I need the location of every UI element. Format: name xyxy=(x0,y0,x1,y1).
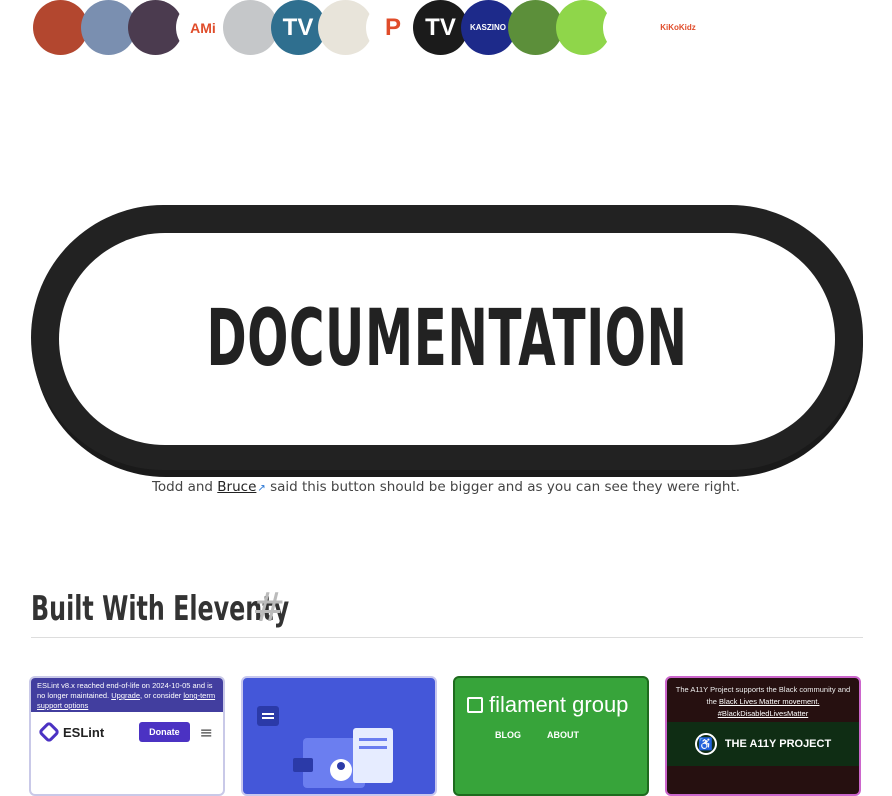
caption-suffix: said this button should be bigger and as… xyxy=(265,479,741,495)
a11y-header: ♿ THE A11Y PROJECT xyxy=(667,722,859,766)
avatar-pattern[interactable] xyxy=(318,0,373,55)
caption-prefix: Todd and xyxy=(151,479,218,495)
built-with-eleventy-heading: Built With Eleventy # xyxy=(31,585,863,638)
site-card-a11y-project[interactable]: The A11Y Project supports the Black comm… xyxy=(665,676,861,796)
filament-name: filament group xyxy=(489,692,629,717)
eslint-header: ESLint Donate ≡ xyxy=(31,712,223,752)
avatar-glyph: P xyxy=(384,13,401,41)
documentation-label: DOCUMENTATION xyxy=(206,294,688,384)
avatar-glyph: KiKoKidz xyxy=(660,23,696,32)
documentation-button[interactable]: DOCUMENTATION xyxy=(31,205,863,470)
filament-nav-blog[interactable]: BLOG xyxy=(495,730,521,740)
hamburger-menu-icon[interactable]: ≡ xyxy=(200,723,213,742)
site-card-filament-group[interactable]: filament group BLOG ABOUT xyxy=(453,676,649,796)
eslint-eol-banner: ESLint v8.x reached end-of-life on 2024-… xyxy=(31,678,223,712)
avatar-glyph: AMi xyxy=(190,19,216,36)
external-link-icon: ↗ xyxy=(257,483,266,494)
eslint-upgrade-link[interactable]: Upgrade xyxy=(111,691,140,700)
eslint-banner-mid: , or consider xyxy=(140,691,182,700)
avatar-glyph: TV xyxy=(282,13,314,41)
eslint-name: ESLint xyxy=(63,724,105,740)
accessibility-person-icon: ♿ xyxy=(694,733,717,755)
donate-button[interactable]: Donate xyxy=(139,722,190,742)
blm-link[interactable]: Black Lives Matter movement. xyxy=(719,697,819,706)
avatar-woman-red[interactable] xyxy=(33,0,88,55)
hashtag-link[interactable]: #BlackDisabledLivesMatter xyxy=(718,709,808,718)
eslint-logo-icon xyxy=(37,720,61,744)
heading-anchor-link[interactable]: # xyxy=(252,585,286,631)
site-cards: ESLint v8.x reached end-of-life on 2024-… xyxy=(29,676,867,796)
avatar-road[interactable] xyxy=(603,0,658,55)
contributor-avatars: AMi TV P TV KASZINO KiKoKidz xyxy=(33,0,723,56)
documentation-button-wrap: DOCUMENTATION xyxy=(31,205,863,477)
avatar-dark-hair[interactable] xyxy=(128,0,183,55)
filament-nav-about[interactable]: ABOUT xyxy=(547,730,579,740)
filament-nav: BLOG ABOUT xyxy=(455,718,647,752)
avatar-man-green[interactable] xyxy=(508,0,563,55)
documentation-button-inner: DOCUMENTATION xyxy=(59,233,835,445)
avatar-man-glasses[interactable] xyxy=(223,0,278,55)
documentation-caption: Todd and Bruce↗ said this button should … xyxy=(0,479,892,495)
filament-logo: filament group xyxy=(455,678,647,718)
illustration-graphic xyxy=(257,706,393,788)
avatar-tv-orange[interactable]: TV xyxy=(413,0,468,55)
site-card-illustration[interactable] xyxy=(241,676,437,796)
site-card-eslint[interactable]: ESLint v8.x reached end-of-life on 2024-… xyxy=(29,676,225,796)
menu-box-icon xyxy=(257,706,279,726)
filament-square-icon xyxy=(467,697,483,713)
section-title: Built With Eleventy xyxy=(31,589,290,629)
a11y-support-banner: The A11Y Project supports the Black comm… xyxy=(667,678,859,722)
avatar-glyph: KASZINO xyxy=(470,23,506,32)
avatar-kikokidz[interactable]: KiKoKidz xyxy=(650,0,706,55)
a11y-name: THE A11Y PROJECT xyxy=(724,738,832,750)
avatar-glyph: TV xyxy=(425,13,456,41)
bruce-link[interactable]: Bruce xyxy=(217,479,256,495)
